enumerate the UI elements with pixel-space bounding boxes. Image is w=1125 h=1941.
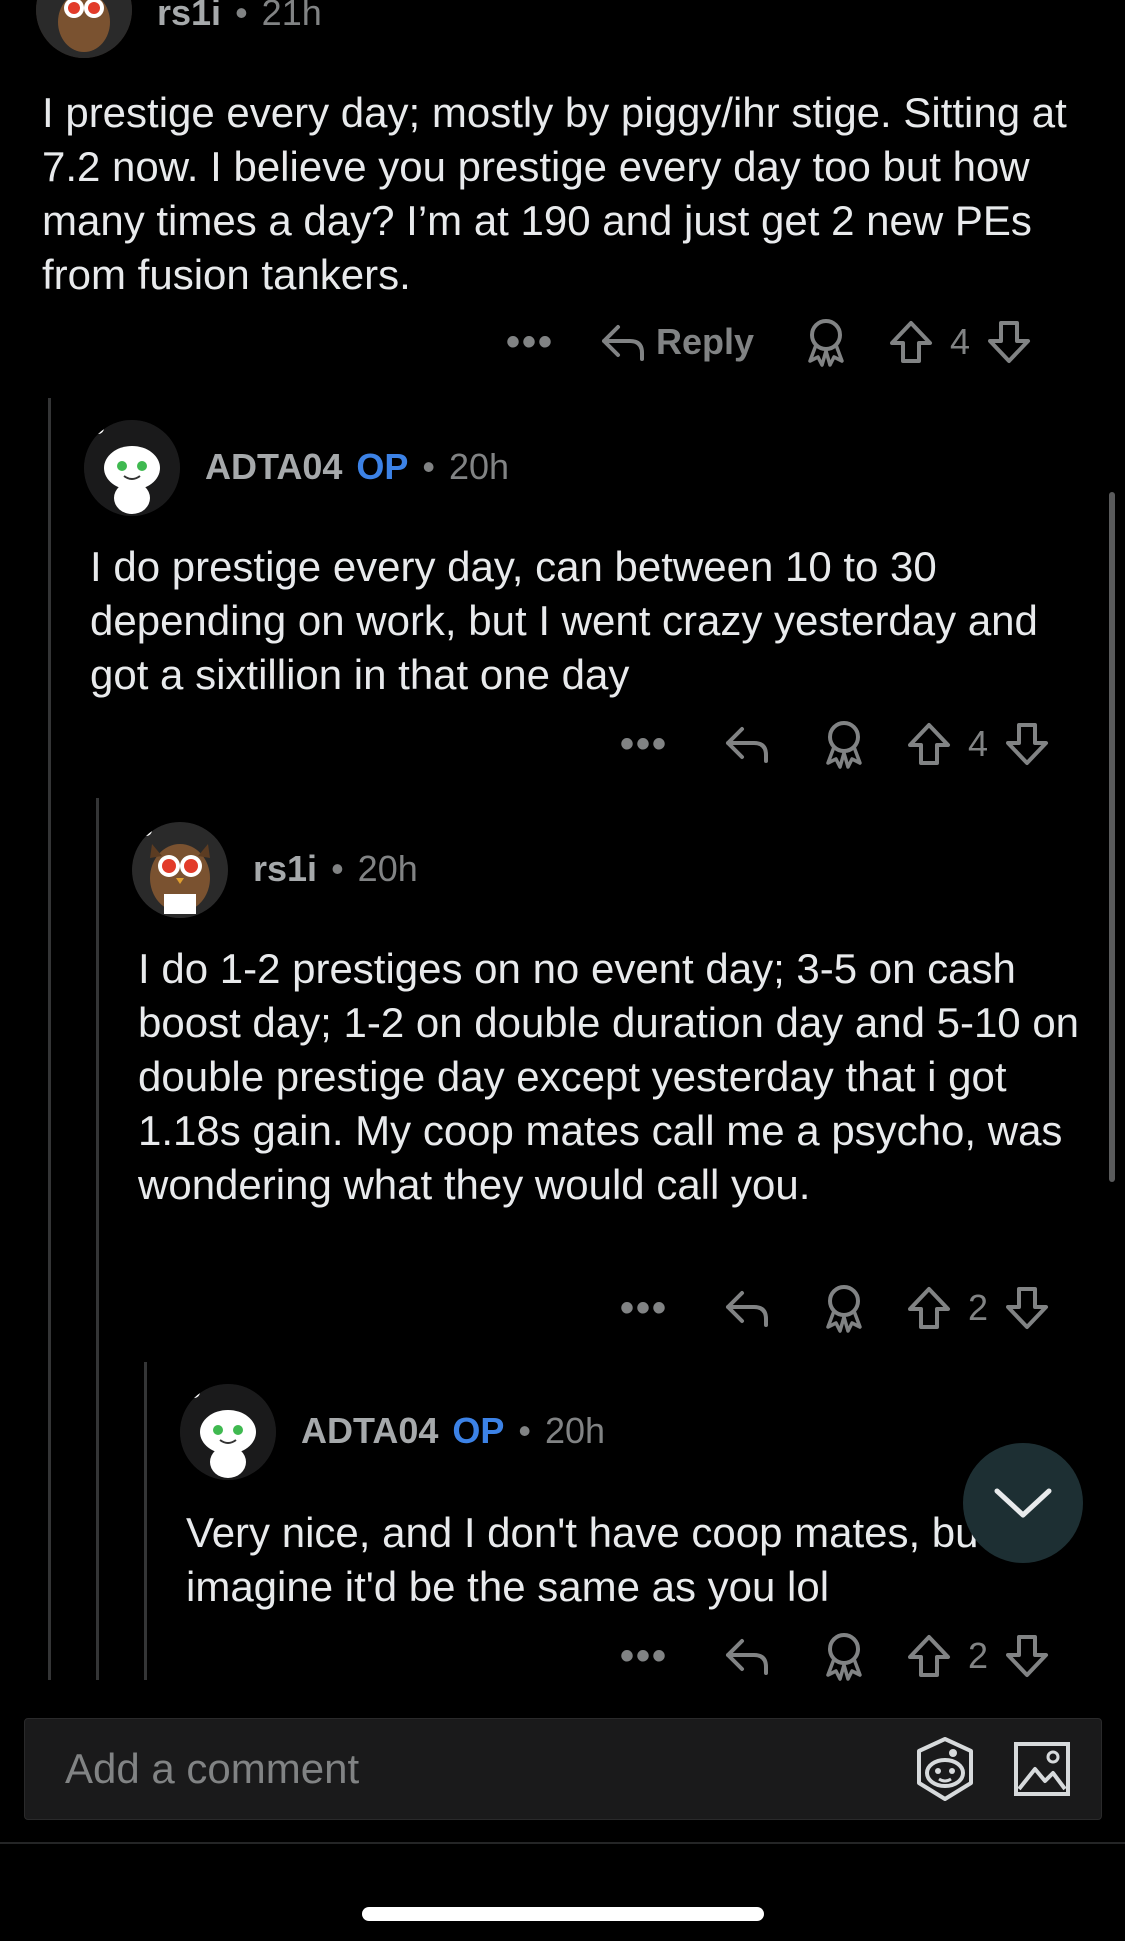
avatar-snoo[interactable] [180,1384,276,1480]
reply-button[interactable] [724,1287,770,1329]
more-options-button[interactable]: ••• [614,1634,674,1679]
comment-composer[interactable]: Add a comment [24,1718,1102,1820]
image-icon [1014,1742,1070,1796]
owl-avatar-icon [36,0,132,58]
reply-icon [602,325,644,361]
chevron-down-icon [994,1488,1052,1518]
more-options-button[interactable]: ••• [614,1286,674,1331]
username[interactable]: rs1i [253,848,317,890]
downvote-icon [1006,1287,1048,1329]
comment-3-body: I do 1-2 prestiges on no event day; 3-5 … [138,945,1080,1208]
comment-4-body: Very nice, and I don't have coop mates, … [186,1509,1045,1610]
reply-button[interactable] [724,1635,770,1677]
reply-icon [726,727,768,763]
vote-count: 4 [967,723,989,764]
avatar-owl[interactable] [36,0,132,58]
home-indicator[interactable] [362,1907,764,1921]
downvote-button[interactable] [1004,1633,1050,1679]
comment-4-meta: ADTA04 OP • 20h [301,1410,605,1452]
snoo-avatar-icon [180,1384,276,1480]
username[interactable]: rs1i [157,0,221,34]
comment-3-meta: rs1i • 20h [253,848,418,890]
op-badge: OP [452,1410,505,1451]
divider [0,1842,1125,1844]
downvote-icon [1006,1635,1048,1677]
more-options-button[interactable]: ••• [614,722,674,767]
upvote-button[interactable] [906,1285,952,1331]
upvote-icon [890,321,933,363]
comment-1-body: I prestige every day; mostly by piggy/ih… [42,89,1067,298]
timestamp: 20h [357,848,418,889]
downvote-icon [1006,723,1048,765]
separator: • [518,1410,531,1451]
vote-count: 4 [950,321,971,362]
comment-4-actions: ••• 2 [614,1626,1050,1686]
image-button[interactable] [1013,1741,1071,1797]
award-button[interactable] [820,1631,868,1681]
vote-count: 2 [967,1287,989,1328]
vote-count: 2 [967,1635,989,1676]
thread-line-2 [96,798,99,1680]
reply-button[interactable]: Reply [600,321,754,363]
snoo-avatar-icon [84,420,180,516]
downvote-button[interactable] [1004,1285,1050,1331]
award-icon [826,1285,862,1333]
award-icon [808,319,844,367]
separator: • [331,848,344,889]
upvote-icon [908,723,950,765]
downvote-button[interactable] [1004,721,1050,767]
upvote-button[interactable] [906,721,952,767]
comment-1-meta: rs1i • 21h [157,0,322,34]
upvote-button[interactable] [906,1633,952,1679]
username[interactable]: ADTA04 [205,446,342,488]
comment-2-body: I do prestige every day, can between 10 … [90,543,1038,698]
comment-input-placeholder[interactable]: Add a comment [65,1745,359,1793]
award-button[interactable] [820,719,868,769]
avatar-snoo[interactable] [84,420,180,516]
downvote-icon [988,321,1031,363]
thread-line-3 [144,1362,147,1680]
upvote-icon [908,1635,950,1677]
reply-label: Reply [656,321,755,362]
award-icon [826,1633,862,1681]
comment-3-actions: ••• 2 [614,1278,1050,1338]
reply-icon [726,1291,768,1327]
separator: • [422,446,435,487]
reply-button[interactable] [724,723,770,765]
award-button[interactable] [820,1283,868,1333]
comment-2-meta: ADTA04 OP • 20h [205,446,509,488]
thread-line-1 [48,398,51,1680]
downvote-button[interactable] [986,319,1032,365]
timestamp: 20h [544,1410,606,1451]
username[interactable]: ADTA04 [301,1410,438,1452]
reply-icon [726,1639,768,1675]
comment-2-actions: ••• 4 [614,714,1050,774]
more-options-button[interactable]: ••• [500,320,560,365]
upvote-button[interactable] [888,319,934,365]
comment-1-actions: ••• Reply 4 [500,312,1032,372]
timestamp: 20h [448,446,510,487]
scroll-down-button[interactable] [963,1443,1083,1563]
award-button[interactable] [802,317,850,367]
owl-avatar-icon [132,822,228,918]
separator: • [235,0,248,33]
upvote-icon [908,1287,950,1329]
op-badge: OP [356,446,409,487]
avatar-owl[interactable] [132,822,228,918]
award-icon [826,721,862,769]
timestamp: 21h [261,0,322,33]
scrollbar[interactable] [1109,492,1115,1182]
snoo-icon [917,1737,973,1801]
snoo-button[interactable] [909,1733,981,1805]
